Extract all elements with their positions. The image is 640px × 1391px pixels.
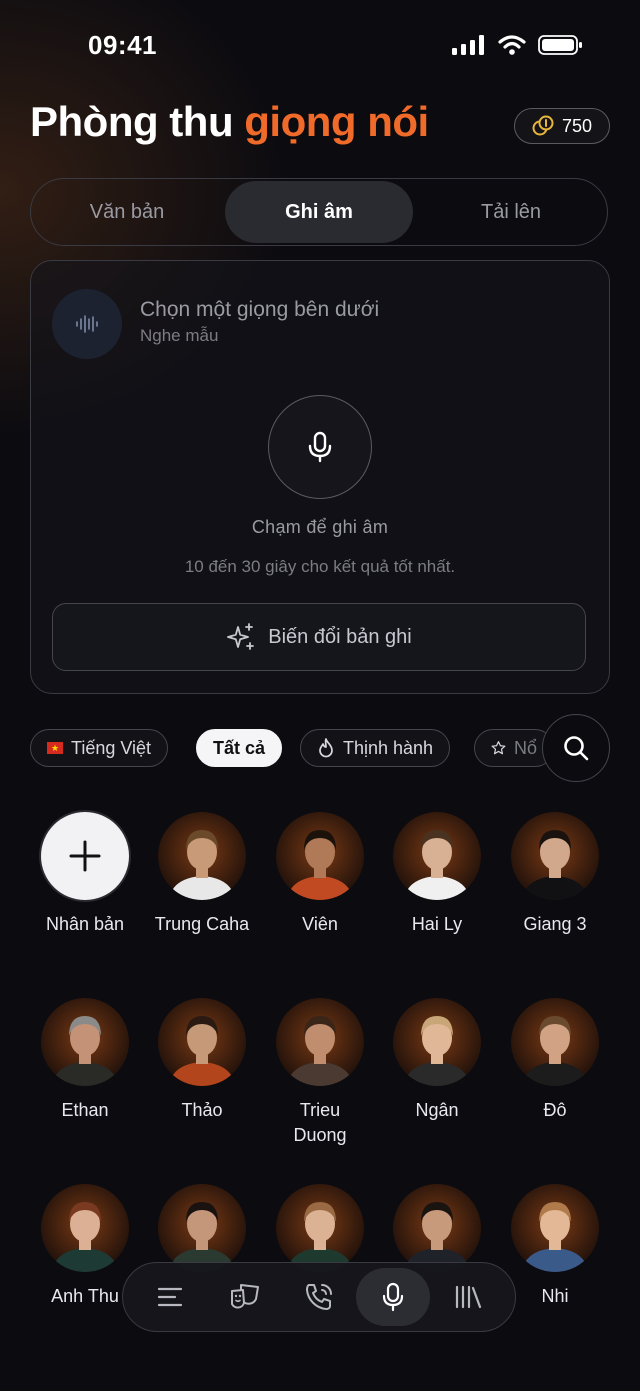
credits-badge[interactable]: 750 [514,108,610,144]
search-button[interactable] [542,714,610,782]
search-icon [564,736,589,761]
voice-name: Hai Ly [411,914,463,934]
nav-library[interactable] [431,1268,505,1326]
filter-featured-label: Nổ [513,737,537,758]
tap-to-record-label: Chạm để ghi âm [251,517,389,537]
status-time: 09:41 [88,30,157,60]
tab-upload[interactable]: Tải lên [417,181,605,243]
nav-menu[interactable] [133,1268,207,1326]
nav-record[interactable] [356,1268,431,1326]
voice-avatar [41,1184,129,1272]
listen-sample-link[interactable]: Nghe mẫu [140,326,218,346]
page-title-accent: giọng nói [244,98,429,145]
voice-name: Giang 3 [523,914,587,934]
convert-label: Biến đổi bản ghi [268,625,412,648]
record-button[interactable] [268,395,372,499]
voice-item[interactable] [382,1184,492,1272]
tab-text[interactable]: Văn bản [33,181,221,243]
credits-count: 750 [561,115,593,136]
voice-avatar [276,1184,364,1272]
voice-avatar [158,812,246,900]
mode-tabs: Văn bản Ghi âm Tải lên [30,178,608,246]
coin-icon [532,115,554,136]
voice-name: Viên [302,914,338,934]
voice-avatar [511,1184,599,1272]
voice-item[interactable]: Trung Caha [147,812,257,937]
filter-all-chip[interactable]: Tất cả [196,729,283,767]
theater-masks-icon [230,1284,259,1309]
voice-avatar [393,812,481,900]
voice-item[interactable] [265,1184,375,1272]
selected-voice-title: Chọn một giọng bên dưới [140,298,380,321]
voice-avatar [393,998,481,1086]
voice-avatar [511,812,599,900]
page-title: Phòng thu giọng nói [30,98,429,146]
language-label: Tiếng Việt [71,737,152,758]
voice-name: Trieu Duong [293,1100,347,1145]
vietnam-flag-icon: ★ [47,742,63,754]
voice-avatar [158,1184,246,1272]
voice-name: Ethan [61,1100,109,1120]
nav-calls[interactable] [282,1268,356,1326]
filter-trending-label: Thịnh hành [343,737,434,758]
convert-recording-button[interactable]: Biến đổi bản ghi [52,603,586,671]
voice-name: Thảo [181,1100,223,1120]
filter-all-label: Tất cả [213,737,266,758]
voice-item[interactable]: Ethan [30,998,140,1123]
voice-item[interactable]: Thảo [147,998,257,1123]
voice-item[interactable]: Hai Ly [382,812,492,937]
tab-record[interactable]: Ghi âm [225,181,413,243]
microphone-icon [383,1282,404,1312]
voice-item[interactable]: Giang 3 [500,812,610,937]
voice-name: Nhi [541,1286,569,1306]
voice-name: Đô [543,1100,567,1120]
star-icon [491,741,506,755]
phone-call-icon [305,1284,332,1310]
clone-voice-button[interactable]: Nhân bản [30,812,140,937]
voice-item[interactable] [147,1184,257,1272]
voice-item[interactable]: Trieu Duong [265,998,375,1148]
voice-avatar [158,998,246,1086]
voice-avatar [276,812,364,900]
bottom-nav [122,1262,516,1332]
selected-voice-avatar[interactable] [52,289,122,359]
voice-item[interactable]: Đô [500,998,610,1123]
voice-name: Nhân bản [45,914,125,934]
language-chip[interactable]: ★ Tiếng Việt [30,729,169,767]
nav-voices[interactable] [208,1268,282,1326]
wifi-icon [498,35,526,55]
flame-icon [319,738,333,758]
sparkles-icon [227,623,255,650]
recording-hint: 10 đến 30 giây cho kết quả tốt nhất. [184,557,456,576]
filter-trending-chip[interactable]: Thịnh hành [300,729,451,767]
plus-icon [41,812,129,900]
voice-name: Trung Caha [154,914,250,934]
voice-avatar [41,998,129,1086]
library-icon [455,1285,481,1309]
voice-avatar [511,998,599,1086]
status-icons [452,34,584,56]
menu-icon [158,1287,183,1307]
voice-avatar [276,998,364,1086]
waveform-icon [76,315,98,333]
voice-item[interactable]: Nhi [500,1184,610,1309]
voice-avatar [393,1184,481,1272]
voice-name: Ngân [415,1100,459,1120]
battery-icon [538,35,582,55]
microphone-icon [308,431,332,463]
voice-item[interactable]: Viên [265,812,375,937]
voice-item[interactable]: Ngân [382,998,492,1123]
page-title-main: Phòng thu [30,98,245,145]
signal-icon [452,35,484,55]
